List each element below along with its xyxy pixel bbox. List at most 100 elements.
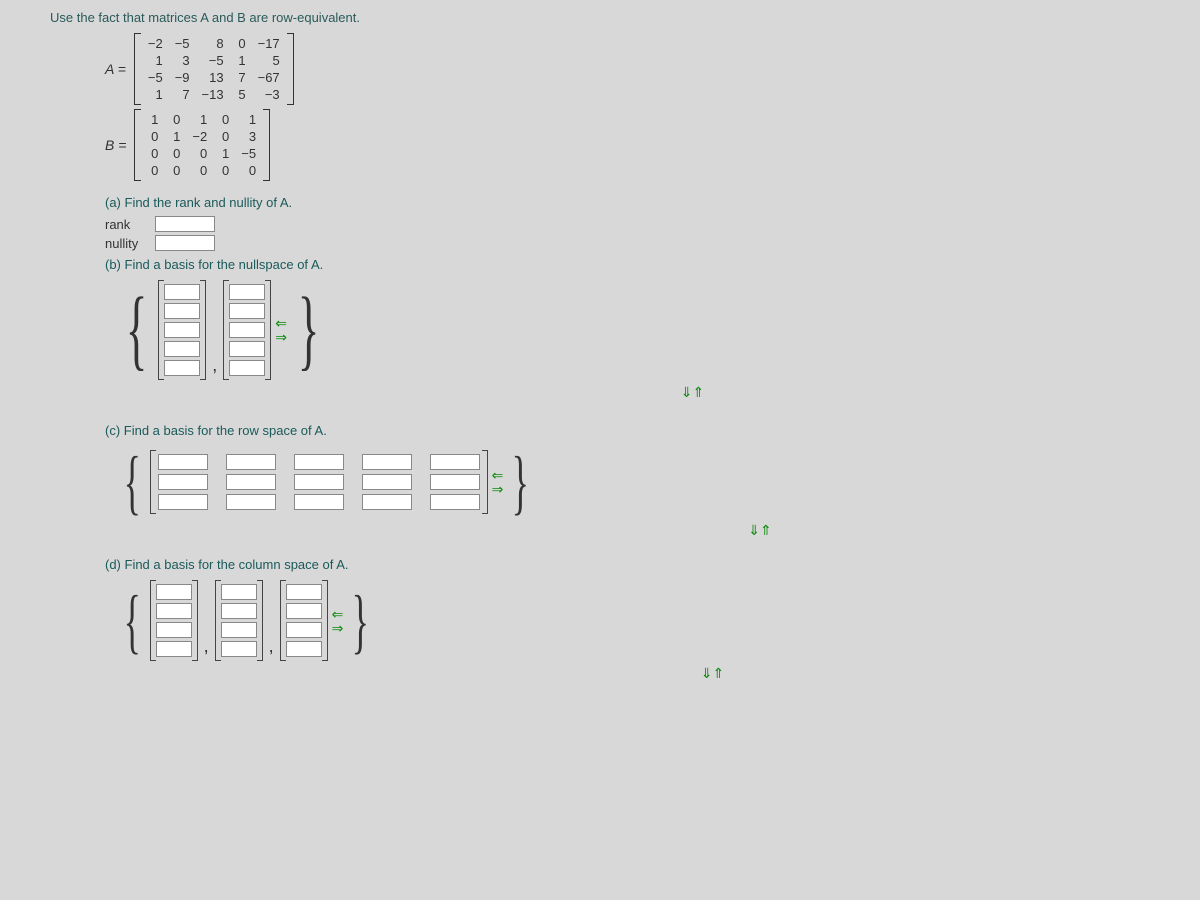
rank-nullity-group: rank nullity (50, 216, 1150, 251)
vector-cell-input[interactable] (286, 622, 322, 638)
comma: , (269, 636, 274, 657)
vector-cell-input[interactable] (229, 341, 265, 357)
vector-cell-input[interactable] (229, 284, 265, 300)
rowspace-matrix (150, 450, 488, 514)
matrix-a-label: A = (105, 61, 126, 77)
vector-cell-input[interactable] (430, 454, 480, 470)
vector-cell-input[interactable] (286, 584, 322, 600)
matrix-cell: −3 (252, 86, 286, 103)
vector-cell-input[interactable] (286, 641, 322, 657)
resize-arrows-vertical-icon[interactable]: ⇓⇑ (50, 665, 1150, 682)
matrix-cell: 5 (230, 86, 252, 103)
part-c-text: (c) Find a basis for the row space of A. (50, 423, 1150, 438)
left-brace-icon: { (124, 446, 141, 518)
resize-arrows-vertical-icon[interactable]: ⇓⇑ (50, 522, 1150, 539)
nullity-label: nullity (105, 236, 155, 251)
right-brace-icon: } (352, 585, 369, 657)
matrix-cell: 0 (164, 111, 186, 128)
matrix-cell: 0 (142, 145, 164, 162)
vector-cell-input[interactable] (362, 454, 412, 470)
vector-cell-input[interactable] (164, 284, 200, 300)
vector-cell-input[interactable] (362, 474, 412, 490)
vector-cell-input[interactable] (226, 494, 276, 510)
vector-cell-input[interactable] (430, 474, 480, 490)
matrix-a: −2 −5 8 0 −17 1 3 −5 1 5 −5 −9 13 7 −67 (134, 33, 294, 105)
matrix-cell: −2 (186, 128, 213, 145)
colspace-vector-2 (215, 580, 263, 661)
resize-arrows-vertical-icon[interactable]: ⇓⇑ (50, 384, 1150, 401)
nullspace-vector-2 (223, 280, 271, 380)
vector-cell-input[interactable] (229, 322, 265, 338)
matrix-cell: −2 (142, 35, 169, 52)
vector-cell-input[interactable] (156, 584, 192, 600)
rowspace-set: { (50, 446, 1150, 518)
matrix-cell: −5 (142, 69, 169, 86)
left-brace-icon: { (124, 585, 141, 657)
resize-arrows-icon[interactable]: ⇐ ⇒ (275, 316, 287, 344)
matrix-cell: 0 (186, 145, 213, 162)
matrix-cell: 0 (213, 162, 235, 179)
colspace-vector-3 (280, 580, 328, 661)
matrix-cell: 0 (164, 145, 186, 162)
vector-cell-input[interactable] (221, 603, 257, 619)
vector-cell-input[interactable] (229, 303, 265, 319)
rank-label: rank (105, 217, 155, 232)
vector-cell-input[interactable] (226, 474, 276, 490)
matrix-cell: 13 (196, 69, 230, 86)
matrix-cell: −5 (196, 52, 230, 69)
vector-cell-input[interactable] (156, 603, 192, 619)
matrix-cell: 1 (142, 111, 164, 128)
matrix-cell: 1 (164, 128, 186, 145)
matrix-cell: −67 (252, 69, 286, 86)
vector-cell-input[interactable] (158, 474, 208, 490)
vector-cell-input[interactable] (156, 622, 192, 638)
vector-cell-input[interactable] (226, 454, 276, 470)
resize-arrows-icon[interactable]: ⇐ ⇒ (492, 468, 504, 496)
matrix-cell: 1 (142, 52, 169, 69)
colspace-set: { , , (50, 580, 1150, 661)
matrix-a-row: A = −2 −5 8 0 −17 1 3 −5 1 5 −5 −9 13 7 (50, 33, 1150, 105)
part-b-text: (b) Find a basis for the nullspace of A. (50, 257, 1150, 272)
matrix-cell: 0 (230, 35, 252, 52)
vector-cell-input[interactable] (221, 622, 257, 638)
matrix-cell: 0 (186, 162, 213, 179)
vector-cell-input[interactable] (164, 341, 200, 357)
vector-cell-input[interactable] (294, 494, 344, 510)
comma: , (212, 355, 217, 376)
vector-cell-input[interactable] (221, 641, 257, 657)
vector-cell-input[interactable] (221, 584, 257, 600)
nullity-input[interactable] (155, 235, 215, 251)
vector-cell-input[interactable] (294, 454, 344, 470)
vector-cell-input[interactable] (164, 360, 200, 376)
matrix-cell: −17 (252, 35, 286, 52)
vector-cell-input[interactable] (229, 360, 265, 376)
vector-cell-input[interactable] (158, 454, 208, 470)
matrix-b-label: B = (105, 137, 126, 153)
vector-cell-input[interactable] (164, 322, 200, 338)
comma: , (204, 636, 209, 657)
right-brace-icon: } (512, 446, 529, 518)
matrix-cell: −5 (235, 145, 262, 162)
vector-cell-input[interactable] (286, 603, 322, 619)
matrix-cell: 0 (235, 162, 262, 179)
nullspace-vector-1 (158, 280, 206, 380)
matrix-cell: 0 (142, 128, 164, 145)
vector-cell-input[interactable] (164, 303, 200, 319)
matrix-cell: 3 (235, 128, 262, 145)
matrix-b: 1 0 1 0 1 0 1 −2 0 3 0 0 0 1 −5 0 (134, 109, 270, 181)
rank-input[interactable] (155, 216, 215, 232)
vector-cell-input[interactable] (362, 494, 412, 510)
vector-cell-input[interactable] (294, 474, 344, 490)
nullspace-set: { , ⇐ ⇒ } (50, 280, 1150, 380)
vector-cell-input[interactable] (430, 494, 480, 510)
instruction-text: Use the fact that matrices A and B are r… (50, 10, 1150, 25)
vector-cell-input[interactable] (158, 494, 208, 510)
matrix-cell: 0 (142, 162, 164, 179)
vector-cell-input[interactable] (156, 641, 192, 657)
left-brace-icon: { (126, 285, 148, 375)
matrix-b-row: B = 1 0 1 0 1 0 1 −2 0 3 0 0 0 1 −5 (50, 109, 1150, 181)
resize-arrows-icon[interactable]: ⇐ ⇒ (332, 607, 344, 635)
matrix-cell: −5 (169, 35, 196, 52)
matrix-cell: 1 (186, 111, 213, 128)
matrix-cell: −9 (169, 69, 196, 86)
